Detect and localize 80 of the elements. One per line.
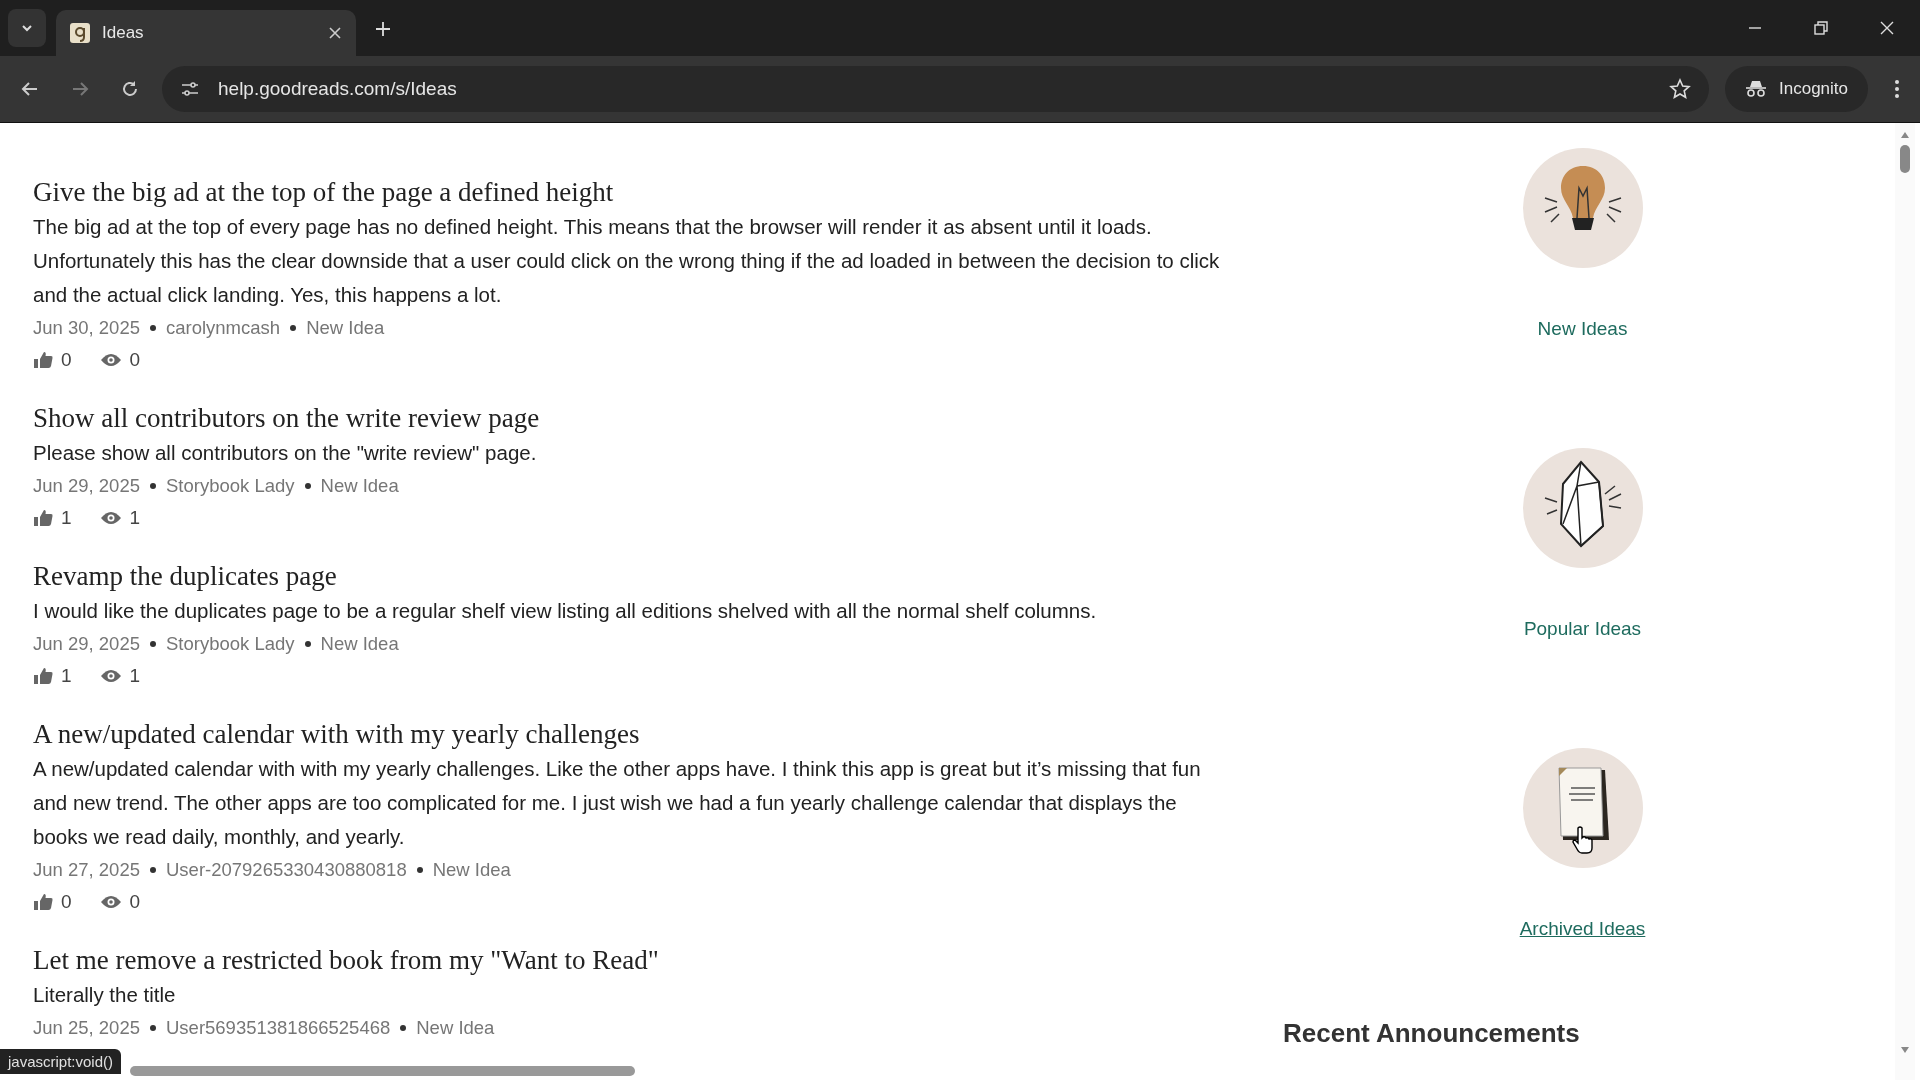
view-count: 0	[129, 891, 141, 913]
idea-date: Jun 25, 2025	[33, 1016, 140, 1040]
scrollbar-thumb[interactable]	[1900, 145, 1910, 173]
idea-description: Literally the title	[33, 982, 177, 1008]
idea-title[interactable]: Revamp the duplicates page	[33, 558, 1270, 594]
idea-description: Please show all contributors on the "write review" page.	[33, 440, 538, 466]
idea-status: New Idea	[320, 632, 399, 656]
idea-date: Jun 29, 2025	[33, 474, 140, 498]
idea-date: Jun 30, 2025	[33, 316, 140, 340]
like-count: 0	[61, 891, 72, 913]
restore-icon[interactable]	[1813, 20, 1829, 36]
category-link[interactable]: Popular Ideas	[1523, 618, 1642, 640]
eye-icon	[99, 352, 122, 368]
view-count: 1	[129, 507, 141, 529]
category-link[interactable]: Archived Ideas	[1519, 918, 1646, 940]
like-count: 0	[61, 349, 72, 371]
thumbs-up-icon[interactable]	[33, 351, 53, 369]
idea-author[interactable]: Storybook Lady	[166, 628, 295, 660]
separator-dot	[150, 867, 156, 873]
eye-icon	[99, 894, 122, 910]
more-icon[interactable]	[1894, 79, 1900, 99]
like-count: 1	[61, 507, 72, 529]
idea-status: New Idea	[416, 1016, 495, 1040]
browser-tab[interactable]: Ideas	[56, 10, 356, 56]
incognito-icon	[1745, 80, 1767, 98]
incognito-button[interactable]: Incognito	[1725, 66, 1868, 112]
idea-author[interactable]: carolynmcash	[166, 312, 281, 344]
idea-date: Jun 27, 2025	[33, 858, 140, 882]
idea-description: A new/updated calendar with with my yearly challenges. Like the other apps have. I think this app is great but it’s missing that fun and new trend. The other apps are too complicated for me. I just wish we had a fun yearly challenge calendar that displays the books we read daily, monthly, and yearly.	[33, 756, 1202, 850]
tab-title: Ideas	[102, 23, 145, 43]
idea-status: New Idea	[432, 858, 511, 882]
idea-description: The big ad at the top of every page has no defined height. This means that the browser will render it as absent until it loads. Unfortunately this has the clear downside that a user could click on the wrong thing if the ad loaded in between the decision to click and the actual click landing. Yes, this happens a lot.	[33, 214, 1221, 308]
idea-title[interactable]: Show all contributors on the write review page	[33, 400, 1270, 436]
vertical-scrollbar[interactable]	[1895, 123, 1915, 1080]
scroll-up-icon[interactable]	[1900, 131, 1910, 139]
scroll-down-icon[interactable]	[1900, 1046, 1910, 1054]
close-icon[interactable]	[328, 26, 342, 40]
idea-title[interactable]: Give the big ad at the top of the page a defined height	[33, 174, 1270, 210]
scrollbar-thumb[interactable]	[130, 1066, 635, 1076]
category-link[interactable]: New Ideas	[1537, 318, 1628, 340]
thumbs-up-icon[interactable]	[33, 667, 53, 685]
site-settings-icon[interactable]	[180, 79, 200, 99]
separator-dot	[150, 641, 156, 647]
new-tab-icon[interactable]	[374, 20, 392, 38]
separator-dot	[290, 325, 297, 331]
idea-title[interactable]: A new/updated calendar with with my yearly challenges	[33, 716, 1270, 752]
star-icon[interactable]	[1669, 78, 1691, 100]
view-count: 1	[129, 665, 141, 687]
eye-icon	[99, 510, 122, 526]
reload-icon[interactable]	[120, 79, 140, 99]
idea-title[interactable]: Let me remove a restricted book from my "Want to Read"	[33, 942, 1270, 978]
status-bubble: javascript:void()	[0, 1049, 122, 1074]
idea-author[interactable]: User-2079265330430880818	[166, 854, 407, 886]
separator-dot	[304, 483, 311, 489]
idea-author[interactable]: Storybook Lady	[166, 470, 295, 502]
thumbs-up-icon[interactable]	[33, 893, 53, 911]
eye-icon	[99, 668, 122, 684]
idea-status: New Idea	[306, 316, 385, 340]
documents-icon[interactable]	[1522, 748, 1643, 868]
favicon-icon	[70, 23, 90, 43]
like-count: 1	[61, 665, 72, 687]
idea-description: I would like the duplicates page to be a regular shelf view listing all editions shelved with all the normal shelf columns.	[33, 598, 1098, 624]
crystal-icon[interactable]	[1522, 448, 1643, 568]
separator-dot	[150, 483, 156, 489]
url-text: help.goodreads.com/s/Ideas	[218, 78, 457, 100]
hand-cursor-icon	[1572, 826, 1594, 854]
idea-status: New Idea	[320, 474, 399, 498]
separator-dot	[150, 1025, 156, 1031]
section-heading: Recent Announcements	[1283, 1018, 1581, 1049]
separator-dot	[400, 1025, 407, 1031]
close-icon[interactable]	[1879, 20, 1895, 36]
view-count: 0	[129, 349, 141, 371]
thumbs-up-icon[interactable]	[33, 509, 53, 527]
idea-author[interactable]: User569351381866525468	[166, 1012, 391, 1044]
idea-date: Jun 29, 2025	[33, 632, 140, 656]
address-bar[interactable]: help.goodreads.com/s/Ideas	[162, 66, 1709, 112]
separator-dot	[150, 325, 156, 331]
separator-dot	[416, 867, 423, 873]
lightbulb-icon[interactable]	[1522, 148, 1643, 268]
separator-dot	[304, 641, 311, 647]
